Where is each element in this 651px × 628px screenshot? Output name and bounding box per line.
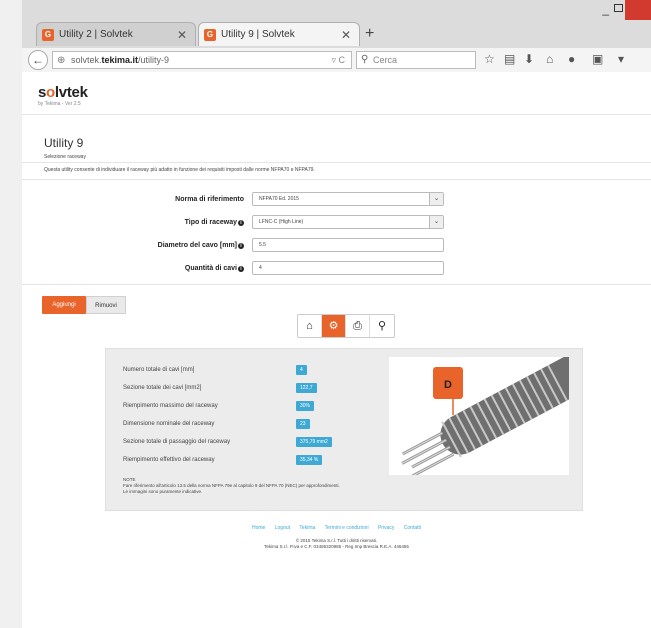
tab-utility-9[interactable]: G Utility 9 | Solvtek ✕	[198, 22, 360, 46]
url-domain: tekima.it	[101, 55, 139, 65]
download-icon[interactable]: ⬇	[524, 52, 534, 66]
tipo-raceway-label: Tipo di raceway i	[114, 219, 244, 226]
extension-icon[interactable]: ▣	[592, 52, 603, 66]
url-bar[interactable]: ⊕ solvtek.tekima.it/utility-9 ▿ C	[52, 51, 352, 69]
footer-link-logout[interactable]: Logout	[275, 525, 290, 531]
add-button[interactable]: Aggiungi	[42, 296, 86, 314]
divider	[22, 284, 651, 285]
info-icon: i	[238, 266, 244, 272]
maximize-icon[interactable]	[614, 4, 623, 12]
result-toolbar: ⌂ ⚙ ⎙ ⚲	[297, 314, 395, 338]
back-arrow-icon[interactable]: ←	[28, 50, 48, 70]
quantita-input[interactable]: 4	[252, 261, 444, 275]
search-icon: ⚲	[361, 54, 369, 65]
result-label: Dimensione nominale del raceway	[123, 421, 215, 427]
page-description: Questa utility consente di individuare i…	[44, 167, 315, 173]
reload-icon[interactable]: ▿ C	[331, 52, 345, 68]
home-icon[interactable]: ⌂	[298, 315, 322, 337]
info-icon: i	[238, 243, 244, 249]
gear-icon[interactable]: ⚙	[322, 315, 346, 337]
result-label: Riempimento massimo del raceway	[123, 403, 218, 409]
raceway-image: D	[389, 353, 596, 478]
print-icon[interactable]: ⎙	[346, 315, 370, 337]
divider	[22, 114, 651, 115]
reading-list-icon[interactable]: ▤	[504, 52, 515, 66]
version-label: by Tekima - Ver 2.5	[38, 101, 81, 107]
logo[interactable]: solvtek	[38, 84, 88, 101]
page-title: Utility 9	[44, 136, 84, 150]
footer-link-contacts[interactable]: Contatti	[404, 525, 421, 531]
window-close-button[interactable]	[625, 0, 651, 20]
norma-select[interactable]: NFPA70 Ed. 2015 ⌄	[252, 192, 444, 206]
tab-favicon: G	[42, 29, 54, 41]
tab-favicon: G	[204, 29, 216, 41]
result-label: Riempimento effettivo del raceway	[123, 457, 215, 463]
image-label: D	[444, 379, 452, 391]
page-content: solvtek by Tekima - Ver 2.5 Utility 9 Se…	[22, 72, 651, 628]
result-badge: 4	[296, 365, 307, 375]
chevron-down-icon: ⌄	[429, 193, 443, 205]
new-tab-icon[interactable]: +	[365, 22, 374, 46]
divider	[22, 162, 651, 163]
search-icon[interactable]: ⚲	[370, 315, 394, 337]
search-input[interactable]: ⚲ Cerca	[356, 51, 476, 69]
footer-link-tekima[interactable]: Tekima	[299, 525, 315, 531]
diametro-input[interactable]: 5.5	[252, 238, 444, 252]
diametro-label: Diametro del cavo [mm] i	[114, 242, 244, 249]
close-icon[interactable]: ✕	[177, 23, 187, 47]
divider	[22, 179, 651, 180]
chat-icon[interactable]: ●	[568, 52, 575, 66]
result-badge: 23	[296, 419, 310, 429]
result-badge: 122,7	[296, 383, 317, 393]
tab-label: Utility 9 | Solvtek	[221, 29, 295, 40]
result-label: Numero totale di cavi [mm]	[123, 367, 195, 373]
tab-label: Utility 2 | Solvtek	[59, 29, 133, 40]
globe-icon: ⊕	[57, 55, 66, 66]
tab-utility-2[interactable]: G Utility 2 | Solvtek ✕	[36, 22, 196, 46]
url-path: /utility-9	[138, 55, 170, 65]
close-icon[interactable]: ✕	[341, 23, 351, 47]
chevron-down-icon: ⌄	[429, 216, 443, 228]
footer-link-terms[interactable]: Termini e condizioni	[325, 525, 369, 531]
page-subtitle: Selezione raceway	[44, 154, 86, 160]
search-placeholder: Cerca	[373, 55, 398, 65]
result-label: Sezione totale dei cavi [mm2]	[123, 385, 202, 391]
cable-conduit-illustration: D	[401, 353, 596, 478]
info-icon: i	[238, 220, 244, 226]
norma-label: Norma di riferimento	[175, 196, 244, 203]
menu-icon[interactable]: ▾	[618, 52, 624, 66]
tipo-raceway-select[interactable]: LFNC-C (High Line) ⌄	[252, 215, 444, 229]
url-prefix: solvtek.	[71, 55, 102, 65]
footer-copyright: © 2015 Tekima S.r.l. Tutti i diritti ris…	[264, 538, 409, 549]
footer-links: Home Logout Tekima Termini e condizioni …	[22, 525, 651, 531]
results-panel: Numero totale di cavi [mm] 4 Sezione tot…	[105, 348, 596, 511]
minimize-icon[interactable]: _	[602, 2, 609, 16]
result-badge: 35,34 %	[296, 455, 323, 465]
quantita-label: Quantità di cavi i	[114, 265, 244, 272]
remove-button[interactable]: Rimuovi	[86, 296, 126, 314]
result-badge: 375,79 mm2	[296, 437, 332, 447]
result-label: Sezione totale di passaggio del raceway	[123, 439, 231, 445]
navigation-bar: ← ⊕ solvtek.tekima.it/utility-9 ▿ C ⚲ Ce…	[22, 48, 651, 72]
bookmark-star-icon[interactable]: ☆	[484, 52, 495, 66]
footer-link-privacy[interactable]: Privacy	[378, 525, 394, 531]
note: NOTE Fare riferimento all'articolo 13.5 …	[123, 477, 340, 494]
footer-link-home[interactable]: Home	[252, 525, 265, 531]
home-icon[interactable]: ⌂	[546, 52, 553, 66]
result-badge: 30%	[296, 401, 315, 411]
